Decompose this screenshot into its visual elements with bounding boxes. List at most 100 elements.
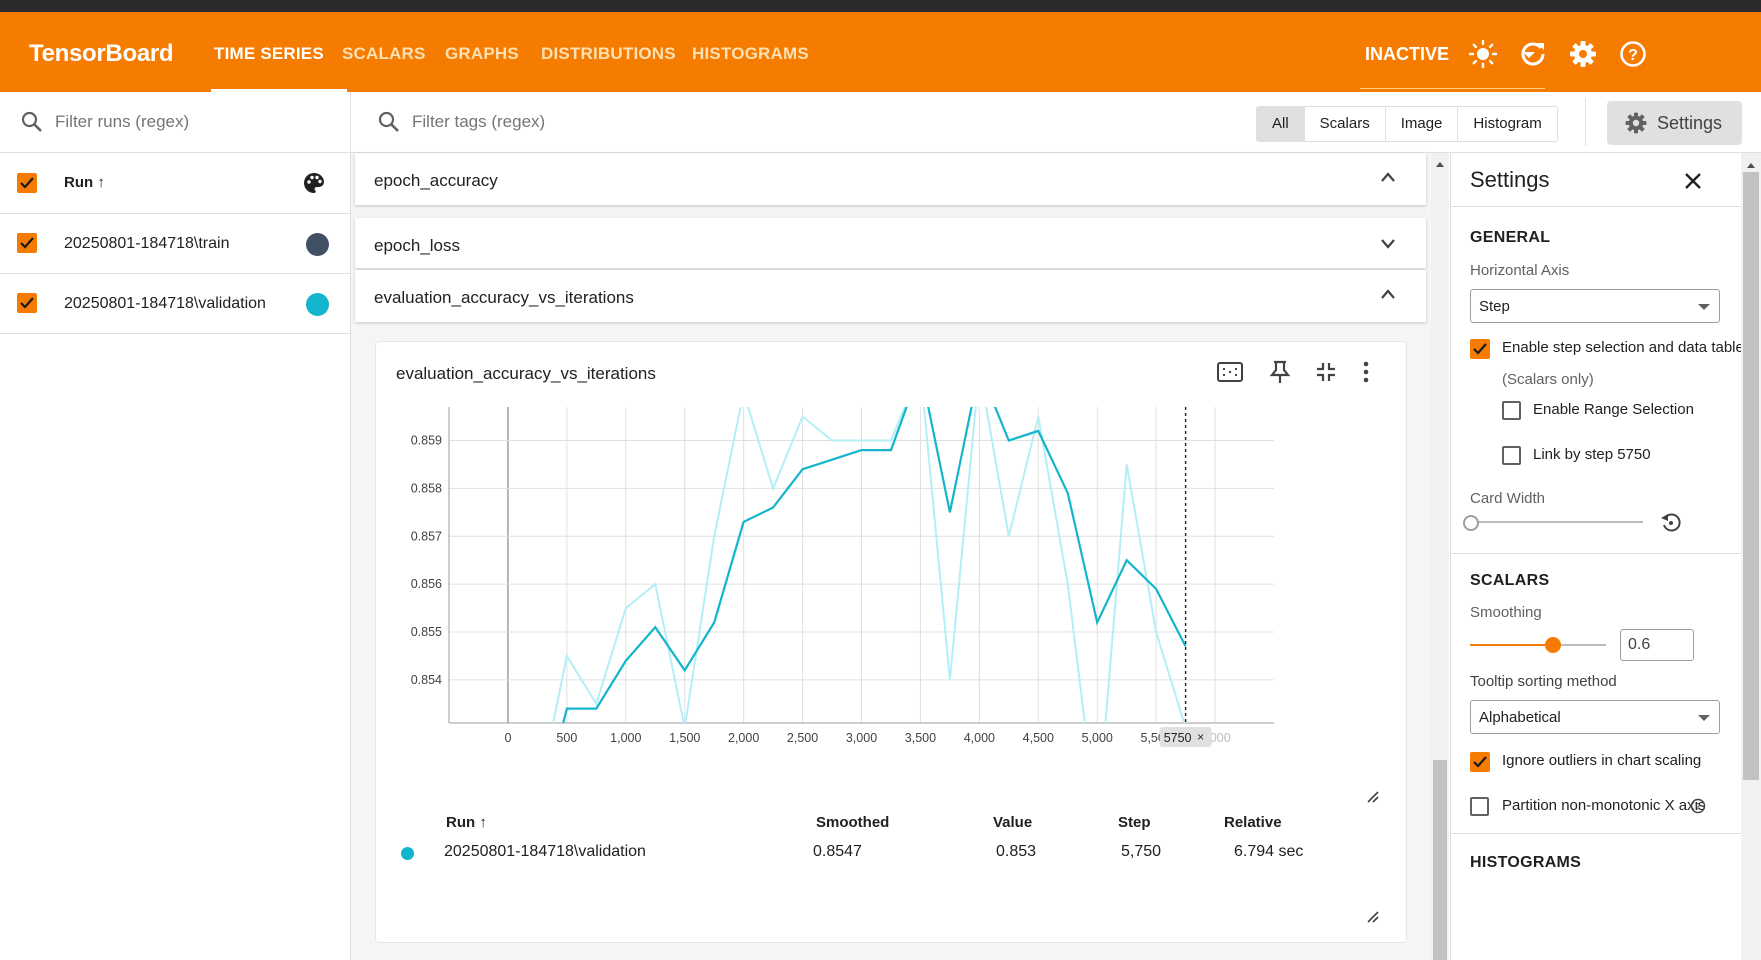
x-tick-label: 3,000 — [846, 731, 877, 745]
tooltip-sort-value: Alphabetical — [1479, 709, 1561, 726]
svg-text:?: ? — [1628, 47, 1638, 64]
x-tick-label: 4,000 — [964, 731, 995, 745]
filter-scalars-button[interactable]: Scalars — [1305, 107, 1386, 141]
table-header-relative[interactable]: Relative — [1224, 814, 1282, 831]
gear-icon[interactable] — [1568, 39, 1598, 69]
pin-icon[interactable] — [1268, 359, 1292, 385]
step-selection-label: Enable step selection and data table — [1502, 339, 1741, 356]
tab-time-series[interactable]: TIME SERIES — [214, 44, 324, 64]
fit-domain-icon[interactable] — [1216, 360, 1244, 384]
reset-icon[interactable] — [1659, 510, 1683, 534]
settings-button-label: Settings — [1657, 112, 1723, 133]
palette-icon[interactable] — [302, 171, 326, 195]
group-title: evaluation_accuracy_vs_iterations — [374, 288, 634, 307]
table-header-value[interactable]: Value — [993, 814, 1032, 831]
card-width-thumb[interactable] — [1463, 515, 1479, 531]
divider — [0, 152, 350, 153]
range-selection-label: Enable Range Selection — [1533, 401, 1694, 418]
tooltip-sort-label: Tooltip sorting method — [1470, 673, 1617, 690]
table-header-step[interactable]: Step — [1118, 814, 1151, 831]
main-scrollbar-thumb[interactable] — [1433, 760, 1447, 960]
step-selection-checkbox[interactable] — [1470, 339, 1490, 359]
run-color-swatch-validation[interactable] — [306, 293, 329, 316]
run-label-train: 20250801-184718\train — [64, 235, 230, 252]
refresh-icon[interactable] — [1518, 39, 1548, 69]
search-icon — [378, 111, 399, 132]
chevron-down-icon[interactable] — [1380, 238, 1396, 250]
resize-handle-icon[interactable] — [1366, 790, 1380, 804]
search-icon — [21, 111, 42, 132]
y-tick-label: 0.855 — [411, 625, 442, 639]
tab-scalars[interactable]: SCALARS — [342, 44, 426, 64]
runs-filter-input[interactable]: Filter runs (regex) — [55, 112, 189, 132]
table-cell-run: 20250801-184718\validation — [444, 843, 646, 860]
line-chart[interactable]: 0 500 1,000 1,500 2,000 2,500 3,000 3,500 4,000 4… — [376, 392, 1406, 752]
link-by-step-checkbox[interactable] — [1502, 446, 1521, 465]
status-dropdown-underline — [1360, 88, 1545, 89]
smoothing-label: Smoothing — [1470, 604, 1542, 621]
theme-sun-icon[interactable] — [1468, 39, 1498, 69]
group-header-evaluation-accuracy[interactable]: evaluation_accuracy_vs_iterations — [355, 270, 1426, 322]
settings-scrollbar-thumb[interactable] — [1743, 172, 1759, 780]
filter-histogram-button[interactable]: Histogram — [1458, 107, 1556, 141]
x-tick-label: 1,000 — [610, 731, 641, 745]
group-header-epoch-accuracy[interactable]: epoch_accuracy — [355, 153, 1426, 205]
smoothing-input[interactable]: 0.6 — [1620, 629, 1694, 661]
divider — [1585, 98, 1586, 146]
x-tick-label: 2,500 — [787, 731, 818, 745]
tags-filter-input[interactable]: Filter tags (regex) — [412, 112, 545, 132]
partition-checkbox[interactable] — [1470, 797, 1489, 816]
tab-distributions[interactable]: DISTRIBUTIONS — [541, 44, 676, 64]
tags-filter[interactable]: Filter tags (regex) — [377, 110, 545, 134]
step-marker-label: 5750 — [1164, 731, 1192, 745]
scroll-up-arrow[interactable] — [1436, 162, 1444, 167]
svg-text:?: ? — [1695, 802, 1701, 812]
tab-histograms[interactable]: HISTOGRAMS — [692, 44, 809, 64]
help-icon[interactable]: ? — [1618, 39, 1648, 69]
card-width-label: Card Width — [1470, 490, 1546, 507]
run-checkbox-validation[interactable] — [17, 293, 37, 313]
group-title: epoch_loss — [374, 236, 461, 255]
group-header-epoch-loss[interactable]: epoch_loss — [355, 218, 1426, 268]
chevron-up-icon[interactable] — [1380, 171, 1396, 183]
partition-label: Partition non-monotonic X axis — [1502, 797, 1706, 814]
step-marker-close-icon: × — [1197, 730, 1204, 744]
tab-graphs[interactable]: GRAPHS — [445, 44, 519, 64]
runs-filter[interactable]: Filter runs (regex) — [20, 110, 189, 134]
tooltip-sort-select[interactable]: Alphabetical — [1470, 700, 1720, 734]
scroll-up-arrow[interactable] — [1747, 163, 1755, 168]
y-tick-label: 0.857 — [411, 529, 442, 543]
settings-button[interactable]: Settings — [1607, 101, 1742, 145]
smoothing-track-filled[interactable] — [1470, 644, 1554, 646]
runs-panel — [0, 92, 351, 960]
close-icon[interactable] — [1683, 171, 1703, 191]
more-vert-icon[interactable] — [1361, 360, 1371, 384]
select-all-runs-checkbox[interactable] — [17, 173, 37, 193]
table-cell-relative: 6.794 sec — [1234, 843, 1304, 860]
collapse-icon[interactable] — [1314, 360, 1338, 384]
table-header-run[interactable]: Run ↑ — [446, 814, 487, 831]
ignore-outliers-checkbox[interactable] — [1470, 752, 1490, 772]
series-color-dot — [401, 847, 414, 860]
card-title: evaluation_accuracy_vs_iterations — [396, 364, 656, 383]
horizontal-axis-select[interactable]: Step — [1470, 289, 1720, 323]
filter-all-button[interactable]: All — [1257, 107, 1305, 141]
run-checkbox-train[interactable] — [17, 233, 37, 253]
chevron-up-icon[interactable] — [1380, 288, 1396, 300]
type-filter-group: All Scalars Image Histogram — [1256, 106, 1558, 142]
x-tick-label: 4,500 — [1023, 731, 1054, 745]
card-width-track[interactable] — [1475, 521, 1643, 523]
filter-image-button[interactable]: Image — [1386, 107, 1459, 141]
smoothing-track[interactable] — [1554, 644, 1606, 646]
status-dropdown[interactable]: INACTIVE — [1365, 44, 1449, 65]
run-column-header[interactable]: Run ↑ — [64, 174, 105, 191]
smoothing-thumb[interactable] — [1545, 637, 1561, 653]
range-selection-checkbox[interactable] — [1502, 401, 1521, 420]
horizontal-axis-label: Horizontal Axis — [1470, 262, 1570, 279]
table-header-smoothed[interactable]: Smoothed — [816, 814, 889, 831]
app-title: TensorBoard — [29, 40, 174, 67]
run-color-swatch-train[interactable] — [306, 233, 329, 256]
top-app-bar: TensorBoard TIME SERIES SCALARS GRAPHS D… — [0, 12, 1761, 92]
help-icon[interactable]: ? — [1690, 798, 1706, 814]
resize-handle-icon[interactable] — [1366, 910, 1380, 924]
